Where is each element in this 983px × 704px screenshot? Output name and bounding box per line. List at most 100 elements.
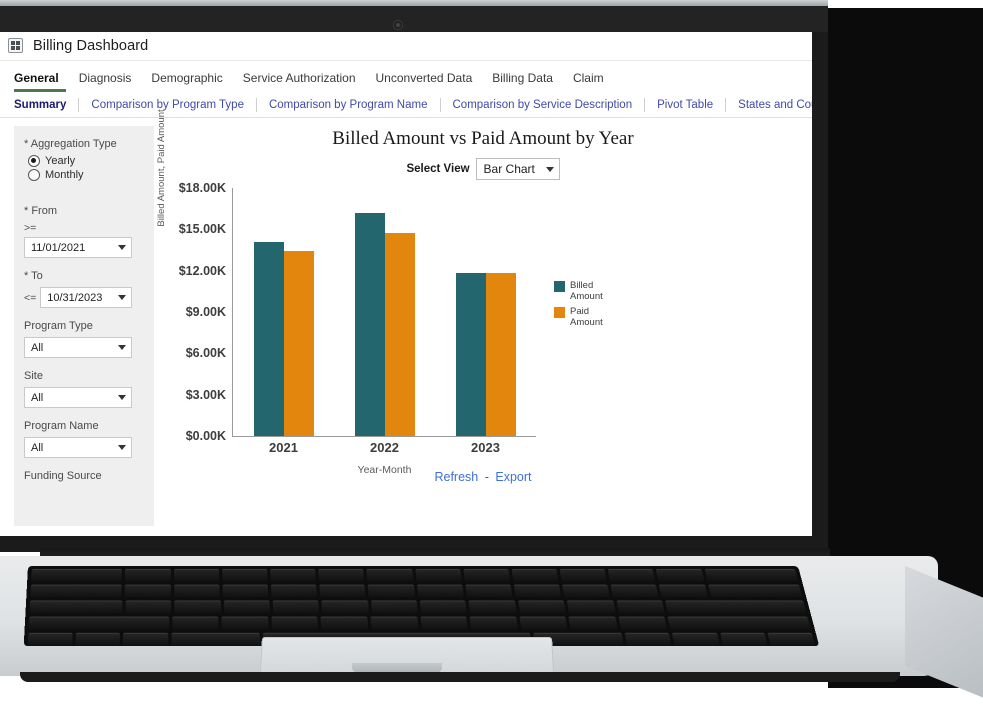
radio-yearly-indicator[interactable] <box>28 155 40 167</box>
legend-item-paid: Paid Amount <box>554 306 618 328</box>
content-area: * Aggregation Type Yearly Monthly * From… <box>0 109 812 536</box>
footer-separator: - <box>484 470 489 484</box>
chart-legend: Billed Amount Paid Amount <box>554 280 618 328</box>
program-name-value: All <box>31 441 44 454</box>
keyboard <box>23 566 820 647</box>
y-axis-tick: $3.00K <box>185 387 226 402</box>
bar-group <box>354 188 415 436</box>
bar-paid-2021[interactable] <box>283 251 314 436</box>
bar-group <box>455 188 516 436</box>
bar-paid-2023[interactable] <box>485 272 516 436</box>
grid-icon <box>8 38 23 53</box>
subtab-states-and-counties[interactable]: States and Counties <box>726 98 812 112</box>
secondary-tab-bar: Summary Comparison by Program Type Compa… <box>0 92 812 118</box>
site-label: Site <box>24 370 43 382</box>
program-name-select[interactable]: All <box>24 437 132 458</box>
view-selector-row: Select View Bar Chart <box>154 158 812 180</box>
keyboard-row <box>25 616 815 630</box>
program-type-label: Program Type <box>24 320 93 332</box>
x-axis-ticks: 2021 2022 2023 <box>233 440 536 455</box>
tab-general[interactable]: General <box>14 71 59 89</box>
tab-unconverted-data[interactable]: Unconverted Data <box>376 71 473 89</box>
tab-service-authorization[interactable]: Service Authorization <box>243 71 356 89</box>
to-label: * To <box>24 270 43 282</box>
to-date-value: 10/31/2023 <box>47 291 103 304</box>
tab-demographic[interactable]: Demographic <box>151 71 222 89</box>
subtab-summary[interactable]: Summary <box>14 97 80 112</box>
from-label: * From <box>24 205 57 217</box>
legend-swatch-paid <box>554 307 565 318</box>
subtab-pivot-table[interactable]: Pivot Table <box>645 97 727 112</box>
keyboard-row <box>27 568 802 582</box>
radio-yearly[interactable]: Yearly <box>28 155 144 167</box>
y-axis-tick: $0.00K <box>185 429 226 443</box>
radio-monthly-indicator[interactable] <box>28 169 40 181</box>
program-type-select[interactable]: All <box>24 337 132 358</box>
site-select[interactable]: All <box>24 387 132 408</box>
export-link[interactable]: Export <box>495 470 531 484</box>
keyboard-row <box>26 584 806 598</box>
x-axis-tick: 2021 <box>269 440 298 455</box>
webcam-icon <box>393 20 403 30</box>
bar-billed-2022[interactable] <box>354 212 385 436</box>
laptop-scene: Billing Dashboard General Diagnosis Demo… <box>0 0 983 704</box>
radio-monthly-label: Monthly <box>45 169 84 181</box>
subtab-comparison-by-program-type[interactable]: Comparison by Program Type <box>79 97 257 112</box>
bar-group <box>253 188 314 436</box>
y-axis-tick: $9.00K <box>185 305 226 319</box>
to-date-input[interactable]: 10/31/2023 <box>40 287 133 308</box>
radio-monthly[interactable]: Monthly <box>28 169 144 181</box>
from-date-input[interactable]: 11/01/2021 <box>24 237 132 258</box>
radio-yearly-label: Yearly <box>45 155 76 167</box>
title-bar: Billing Dashboard <box>0 32 812 60</box>
chart-title: Billed Amount vs Paid Amount by Year <box>332 128 634 149</box>
legend-item-billed: Billed Amount <box>554 280 618 302</box>
funding-source-label: Funding Source <box>24 470 102 482</box>
tab-claim[interactable]: Claim <box>573 71 604 89</box>
y-axis-tick: $6.00K <box>185 346 226 361</box>
select-view-dropdown[interactable]: Bar Chart <box>475 158 560 180</box>
x-axis-tick: 2023 <box>471 440 500 455</box>
chevron-down-icon[interactable] <box>118 445 126 450</box>
select-view-label: Select View <box>406 163 470 175</box>
select-view-value: Bar Chart <box>483 162 535 176</box>
x-axis-tick: 2022 <box>370 440 399 455</box>
primary-tab-bar: General Diagnosis Demographic Service Au… <box>0 61 812 89</box>
subtab-comparison-by-program-name[interactable]: Comparison by Program Name <box>257 97 441 112</box>
y-axis-tick: $15.00K <box>178 222 226 237</box>
screen: Billing Dashboard General Diagnosis Demo… <box>0 32 812 536</box>
chevron-down-icon[interactable] <box>118 395 126 400</box>
site-value: All <box>31 391 44 404</box>
filter-sidebar: * Aggregation Type Yearly Monthly * From… <box>14 126 154 526</box>
bar-billed-2023[interactable] <box>455 272 486 436</box>
bar-paid-2022[interactable] <box>384 233 415 436</box>
base-bottom-edge <box>20 672 900 682</box>
program-type-value: All <box>31 341 44 354</box>
refresh-link[interactable]: Refresh <box>434 470 478 484</box>
chevron-down-icon[interactable] <box>118 295 127 300</box>
chevron-down-icon[interactable] <box>118 345 126 350</box>
legend-swatch-billed <box>554 281 565 292</box>
chevron-down-icon[interactable] <box>545 166 554 172</box>
screen-bezel <box>0 6 828 32</box>
legend-label-billed: Billed Amount <box>570 280 603 302</box>
y-axis-ticks: $0.00K $3.00K $6.00K $9.00K $12.00K $15.00K $1… <box>154 181 226 443</box>
tab-billing-data[interactable]: Billing Data <box>492 71 553 89</box>
program-name-label: Program Name <box>24 420 99 432</box>
page-title: Billing Dashboard <box>33 37 149 54</box>
plot-area: Billed Amount, Paid Amount $0.00K $3.00K $… <box>154 109 812 488</box>
keyboard-row <box>25 600 810 614</box>
chevron-down-icon[interactable] <box>118 245 126 250</box>
bar-billed-2021[interactable] <box>253 242 284 436</box>
x-axis-line <box>232 436 536 437</box>
aggregation-type-label: * Aggregation Type <box>24 138 117 150</box>
y-axis-tick: $12.00K <box>178 263 226 278</box>
laptop-lid: Billing Dashboard General Diagnosis Demo… <box>0 0 828 552</box>
subtab-comparison-by-service-description[interactable]: Comparison by Service Description <box>441 97 646 112</box>
footer-links: Refresh - Export <box>154 470 812 484</box>
chart-panel: Billed Amount vs Paid Amount by Year Sel… <box>154 109 812 536</box>
legend-label-paid: Paid Amount <box>570 306 603 328</box>
tab-diagnosis[interactable]: Diagnosis <box>79 71 132 89</box>
y-axis-tick: $18.00K <box>178 181 226 195</box>
to-operator: <= <box>24 291 37 304</box>
